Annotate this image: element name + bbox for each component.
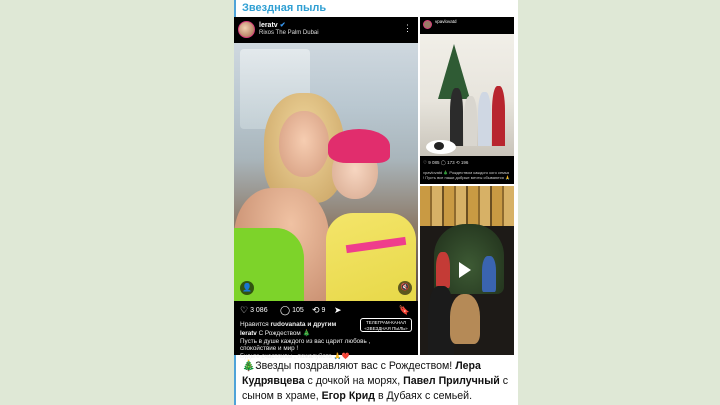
comment-action[interactable]: ◯ 105 bbox=[280, 305, 304, 316]
share-action[interactable]: ➤ bbox=[334, 305, 342, 316]
liked-by-suffix[interactable]: и другим bbox=[307, 321, 336, 328]
more-options-icon[interactable]: ⋮ bbox=[403, 23, 412, 34]
post-right-bottom-video[interactable] bbox=[420, 186, 514, 355]
liked-by-line: Нравится rudovanata и другим bbox=[240, 321, 360, 328]
post-right-top-image[interactable]: vpavlovatd ♡ 9 085 ◯ 173 ⟲ 196 vpavlovat… bbox=[420, 17, 514, 184]
location[interactable]: Rixos The Palm Dubai bbox=[259, 30, 319, 36]
post-photo[interactable]: 👤 🔇 bbox=[234, 43, 418, 301]
caption-line: спокойствие и мир ! bbox=[240, 345, 299, 353]
message-text: 🎄Звезды поздравляют вас с Рождеством! Ле… bbox=[242, 359, 514, 404]
liked-by-user[interactable]: rudovanata bbox=[271, 321, 306, 328]
user-avatar[interactable] bbox=[238, 21, 255, 38]
dog-spot bbox=[434, 142, 444, 150]
send-icon[interactable]: ➤ bbox=[334, 305, 342, 316]
channel-title[interactable]: Звездная пыль bbox=[242, 1, 326, 15]
woman-face bbox=[279, 111, 329, 177]
caption-line: С Рождеством 🎄 bbox=[258, 330, 311, 337]
comments-count: 105 bbox=[292, 307, 304, 314]
post-caption: leratv С Рождеством 🎄 Пусть в душе каждо… bbox=[240, 330, 412, 360]
church-icons-wall bbox=[420, 186, 514, 226]
likes-count: 3 086 bbox=[250, 307, 268, 314]
post-caption: vpavlovatd 🎄 Рождеством каждого кого сем… bbox=[423, 170, 510, 180]
username-text[interactable]: leratv bbox=[259, 22, 278, 29]
nativity-figure bbox=[482, 256, 496, 292]
pink-bandana bbox=[328, 129, 390, 163]
heart-icon[interactable]: ♡ bbox=[240, 305, 248, 316]
tree-emoji-icon: 🎄 bbox=[242, 360, 256, 372]
family-member bbox=[450, 88, 463, 146]
family-christmas-photo[interactable] bbox=[420, 34, 514, 156]
username[interactable]: leratv ✔ bbox=[259, 21, 286, 29]
post-stats: ♡ 9 085 ◯ 173 ⟲ 196 bbox=[423, 160, 469, 165]
nativity-figure bbox=[436, 252, 450, 288]
child-figure bbox=[450, 294, 480, 344]
caption-text: Звезды поздравляют вас с Рождеством! bbox=[255, 360, 456, 372]
caption-text: с дочкой на морях, bbox=[304, 375, 404, 387]
celebrity-name: Павел Прилучный bbox=[403, 375, 500, 387]
like-action[interactable]: ♡ 3 086 bbox=[240, 305, 268, 316]
family-member bbox=[478, 92, 491, 146]
verified-icon: ✔ bbox=[279, 22, 286, 29]
post-main-image[interactable]: leratv ✔ Rixos The Palm Dubai ⋮ 👤 🔇 ♡ 3 08… bbox=[234, 17, 418, 360]
bookmark-icon[interactable]: 🔖 bbox=[399, 305, 410, 316]
user-avatar[interactable] bbox=[423, 20, 432, 29]
liked-by-prefix: Нравится bbox=[240, 321, 269, 328]
family-member bbox=[492, 86, 505, 146]
repost-icon[interactable]: ⟲ bbox=[312, 305, 320, 316]
reposts-count: 9 bbox=[321, 307, 326, 314]
caption-username[interactable]: leratv bbox=[240, 330, 257, 337]
username[interactable]: vpavlovatd bbox=[435, 19, 457, 24]
comment-icon[interactable]: ◯ bbox=[280, 305, 290, 316]
caption-line: Пусть в душе каждого из вас царит любовь… bbox=[240, 337, 371, 345]
mute-icon[interactable]: 🔇 bbox=[398, 281, 412, 295]
post-header: leratv ✔ Rixos The Palm Dubai ⋮ bbox=[234, 17, 418, 43]
tagged-people-icon[interactable]: 👤 bbox=[240, 281, 254, 295]
repost-action[interactable]: ⟲ 9 bbox=[312, 305, 325, 316]
play-icon[interactable] bbox=[459, 262, 471, 278]
post-actions: ♡ 3 086 ◯ 105 ⟲ 9 ➤ 🔖 bbox=[234, 303, 418, 317]
celebrity-name: Егор Крид bbox=[321, 390, 375, 402]
family-member bbox=[464, 96, 477, 146]
caption-text: в Дубаях с семьей. bbox=[375, 390, 473, 402]
